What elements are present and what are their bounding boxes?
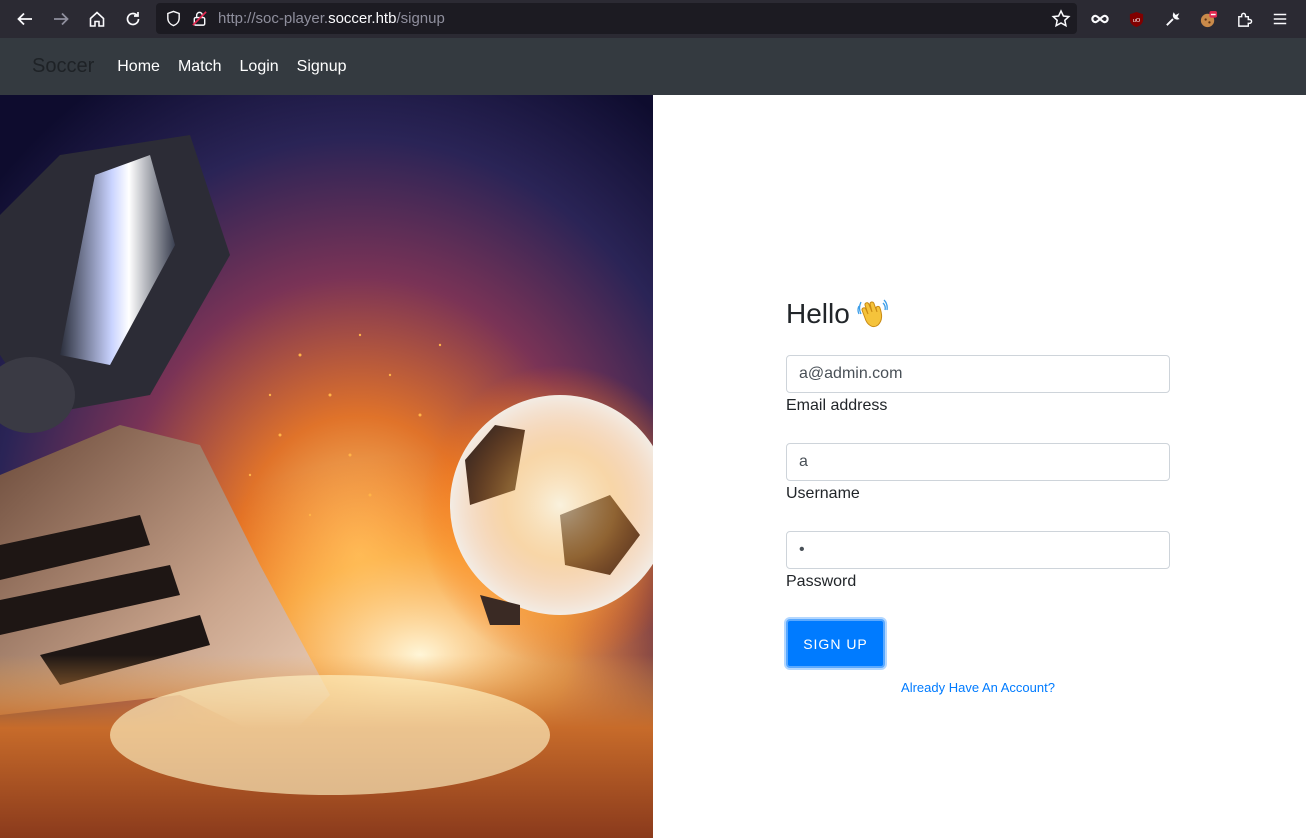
- infinity-extension-icon[interactable]: [1082, 4, 1118, 34]
- arrow-right-icon: [54, 12, 69, 26]
- wrench-icon[interactable]: [1154, 4, 1190, 34]
- puzzle-extensions-icon[interactable]: [1226, 4, 1262, 34]
- cookie-extension-icon[interactable]: [1190, 4, 1226, 34]
- password-group: • Password: [786, 531, 1170, 595]
- home-button[interactable]: [79, 4, 115, 34]
- username-group: a Username: [786, 443, 1170, 507]
- form-greeting: Hello: [786, 297, 1170, 331]
- hero-image: [0, 95, 653, 838]
- bookmark-star-icon[interactable]: [1051, 9, 1071, 29]
- shield-icon[interactable]: [164, 10, 182, 28]
- ublock-shield-icon[interactable]: uO: [1118, 4, 1154, 34]
- email-field[interactable]: a@admin.com: [786, 355, 1170, 393]
- signup-form: Hello a@admin.com Email address a Userna…: [786, 297, 1170, 695]
- nav-links: Home Match Login Signup: [117, 58, 364, 76]
- greeting-text: Hello: [786, 298, 850, 329]
- email-label: Email address: [786, 397, 888, 414]
- extension-toolbar: uO: [1082, 4, 1298, 34]
- reload-button[interactable]: [115, 4, 151, 34]
- nav-link-login[interactable]: Login: [240, 58, 279, 76]
- home-icon: [89, 11, 105, 27]
- reload-icon: [126, 12, 140, 26]
- svg-text:uO: uO: [1132, 17, 1140, 23]
- username-field[interactable]: a: [786, 443, 1170, 481]
- nav-link-home[interactable]: Home: [117, 58, 160, 76]
- waving-hand-icon: [856, 298, 888, 330]
- username-value: a: [799, 453, 808, 470]
- url-bar[interactable]: http://soc-player.soccer.htb/signup: [156, 3, 1077, 34]
- nav-link-signup[interactable]: Signup: [297, 58, 347, 76]
- email-group: a@admin.com Email address: [786, 355, 1170, 419]
- forward-button[interactable]: [43, 4, 79, 34]
- password-field[interactable]: •: [786, 531, 1170, 569]
- password-label: Password: [786, 573, 857, 590]
- url-text[interactable]: http://soc-player.soccer.htb/signup: [218, 10, 445, 27]
- navbar-brand[interactable]: Soccer: [32, 55, 94, 78]
- already-have-account-link[interactable]: Already Have An Account?: [786, 680, 1170, 695]
- insecure-lock-icon[interactable]: [190, 10, 208, 28]
- email-value: a@admin.com: [799, 365, 903, 382]
- browser-toolbar: http://soc-player.soccer.htb/signup uO: [0, 0, 1306, 38]
- username-label: Username: [786, 485, 860, 502]
- site-navbar: Soccer Home Match Login Signup: [0, 38, 1306, 95]
- page-content: Hello a@admin.com Email address a Userna…: [0, 95, 1306, 838]
- nav-link-match[interactable]: Match: [178, 58, 222, 76]
- back-button[interactable]: [7, 4, 43, 34]
- password-value: •: [799, 541, 805, 558]
- signup-button[interactable]: SIGN UP: [786, 619, 885, 668]
- hamburger-menu-icon[interactable]: [1262, 4, 1298, 34]
- arrow-left-icon: [17, 12, 32, 26]
